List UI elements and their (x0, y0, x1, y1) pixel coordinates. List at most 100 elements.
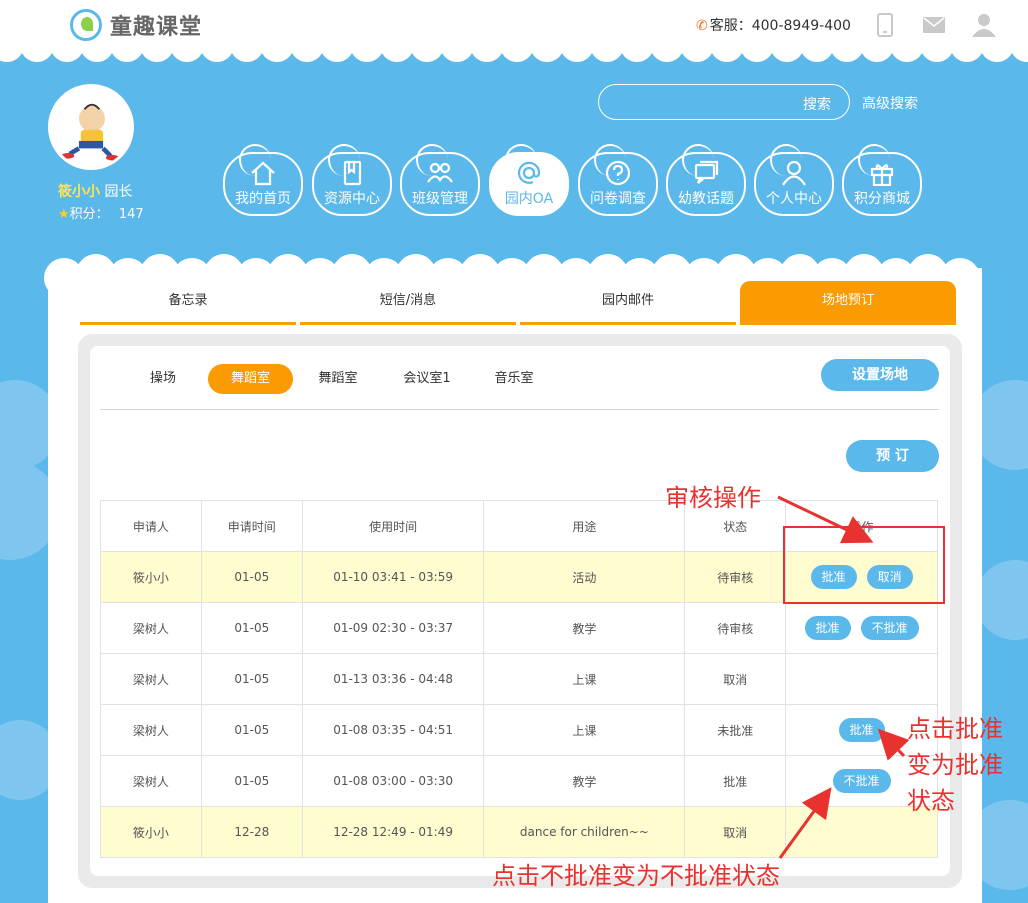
reject-button[interactable]: 不批准 (860, 616, 919, 640)
user-name: 筱小小 园长 (58, 181, 132, 201)
home-icon (251, 161, 275, 186)
use-time: 01-13 03:36 - 04:48 (301, 653, 485, 705)
nav-points-mall[interactable]: 积分商城 (842, 144, 922, 216)
status: 取消 (684, 653, 787, 705)
annotation-approve-line1: 点击批准 (907, 715, 1003, 743)
applicant: 筱小小 (100, 806, 202, 858)
nav-label: 资源中心 (324, 191, 380, 207)
apply-time: 01-05 (200, 602, 303, 654)
applicant: 梁树人 (100, 755, 202, 807)
decorative-cloud (975, 560, 1028, 640)
nav-resources[interactable]: 资源中心 (312, 144, 392, 216)
service-label: 客服：400-8949-400 (709, 18, 851, 34)
annotation-approve-line3: 状态 (907, 787, 955, 815)
nav-label: 个人中心 (766, 191, 822, 207)
actions: 批准 不批准 (785, 602, 938, 654)
status: 取消 (684, 806, 787, 858)
approve-button[interactable]: 批准 (804, 616, 851, 640)
use-time: 01-09 02:30 - 03:37 (301, 602, 485, 654)
user-name-text: 筱小小 (58, 184, 100, 200)
search-input[interactable]: 搜索 (598, 84, 850, 120)
venue-tab-playground[interactable]: 操场 (140, 364, 186, 394)
gift-icon (870, 164, 894, 186)
nav-home[interactable]: 我的首页 (223, 144, 303, 216)
table-row: 筱小小 12-28 12-28 12:49 - 01:49 dance for … (100, 806, 938, 858)
nav-survey[interactable]: 问卷调查 (578, 144, 658, 216)
tab-memo[interactable]: 备忘录 (80, 281, 296, 325)
col-use-time: 使用时间 (301, 500, 485, 552)
advanced-search-link[interactable]: 高级搜索 (862, 93, 918, 113)
approve-button[interactable]: 批准 (838, 718, 885, 742)
avatar[interactable] (48, 84, 134, 170)
nav-label: 幼教话题 (678, 191, 734, 207)
tab-mail[interactable]: 园内邮件 (520, 281, 736, 325)
venue-tab-music-room[interactable]: 音乐室 (486, 364, 542, 394)
applicant: 梁树人 (100, 602, 202, 654)
venue-tab-dance-room[interactable]: 舞蹈室 (310, 364, 366, 394)
user-role: 园长 (104, 184, 133, 200)
apply-time: 01-05 (200, 755, 303, 807)
nav-label: 我的首页 (235, 191, 291, 207)
applicant: 筱小小 (100, 551, 202, 603)
table-row: 梁树人 01-05 01-13 03:36 - 04:48 上课 取消 (100, 653, 938, 705)
applicant: 梁树人 (100, 653, 202, 705)
user-profile-icon[interactable] (971, 12, 997, 38)
nav-oa[interactable]: 园内OA (489, 144, 569, 216)
search-button[interactable]: 搜索 (803, 94, 831, 114)
nav-class-management[interactable]: 班级管理 (400, 144, 480, 216)
nav-label: 积分商城 (854, 191, 910, 207)
chat-icon (694, 160, 719, 184)
nav-personal-center[interactable]: 个人中心 (754, 144, 834, 216)
purpose: 活动 (483, 551, 686, 603)
use-time: 01-08 03:35 - 04:51 (301, 704, 485, 756)
nav-topics[interactable]: 幼教话题 (666, 144, 746, 216)
apply-time: 01-05 (200, 653, 303, 705)
annotation-approve-line2: 变为批准 (907, 751, 1003, 779)
purpose: 教学 (483, 755, 686, 807)
phone-icon: ✆ (696, 18, 708, 34)
points-label: 积分： (69, 207, 109, 222)
reject-button[interactable]: 不批准 (832, 769, 891, 793)
col-applicant: 申请人 (100, 500, 202, 552)
group-icon (427, 162, 453, 183)
tab-venue-booking[interactable]: 场地预订 (740, 281, 956, 325)
col-purpose: 用途 (483, 500, 686, 552)
mobile-icon[interactable] (872, 12, 898, 38)
setup-venue-button[interactable]: 设置场地 (821, 359, 939, 391)
table-row: 梁树人 01-05 01-08 03:00 - 03:30 教学 批准 不批准 (100, 755, 938, 807)
status: 未批准 (684, 704, 787, 756)
apply-time: 01-05 (200, 704, 303, 756)
purpose: dance for children~~ (483, 806, 686, 858)
actions (785, 653, 938, 705)
nav-label: 园内OA (504, 191, 554, 207)
points-value: 147 (118, 207, 144, 222)
annotation-highlight-box (783, 526, 945, 604)
status: 待审核 (684, 602, 787, 654)
table-row: 梁树人 01-05 01-08 03:35 - 04:51 上课 未批准 批准 (100, 704, 938, 756)
venue-tab-meeting-room[interactable]: 会议室1 (396, 364, 458, 394)
annotation-reject: 点击不批准变为不批准状态 (492, 862, 780, 890)
status: 批准 (684, 755, 787, 807)
mail-icon[interactable] (921, 12, 947, 38)
purpose: 教学 (483, 602, 686, 654)
table-row: 梁树人 01-05 01-09 02:30 - 03:37 教学 待审核 批准不… (100, 602, 938, 654)
user-icon (782, 160, 806, 186)
divider (100, 409, 939, 410)
header-cloud-border (0, 44, 1028, 68)
apply-time: 01-05 (200, 551, 303, 603)
status: 待审核 (684, 551, 787, 603)
service-hotline: ✆ 客服：400-8949-400 (696, 15, 851, 35)
reserve-button[interactable]: 预 订 (846, 440, 939, 472)
logo[interactable]: 童趣课堂 (70, 8, 202, 42)
main-tabs: 备忘录 短信/消息 园内邮件 场地预订 (80, 281, 956, 325)
tab-sms[interactable]: 短信/消息 (300, 281, 516, 325)
nav-label: 班级管理 (412, 191, 468, 207)
user-points: ★积分： 147 (58, 203, 144, 222)
use-time: 12-28 12:49 - 01:49 (301, 806, 485, 858)
use-time: 01-08 03:00 - 03:30 (301, 755, 485, 807)
logo-icon (70, 9, 102, 41)
venue-tab-dance-room-active[interactable]: 舞蹈室 (208, 364, 293, 394)
purpose: 上课 (483, 704, 686, 756)
use-time: 01-10 03:41 - 03:59 (301, 551, 485, 603)
logo-text: 童趣课堂 (110, 15, 203, 40)
